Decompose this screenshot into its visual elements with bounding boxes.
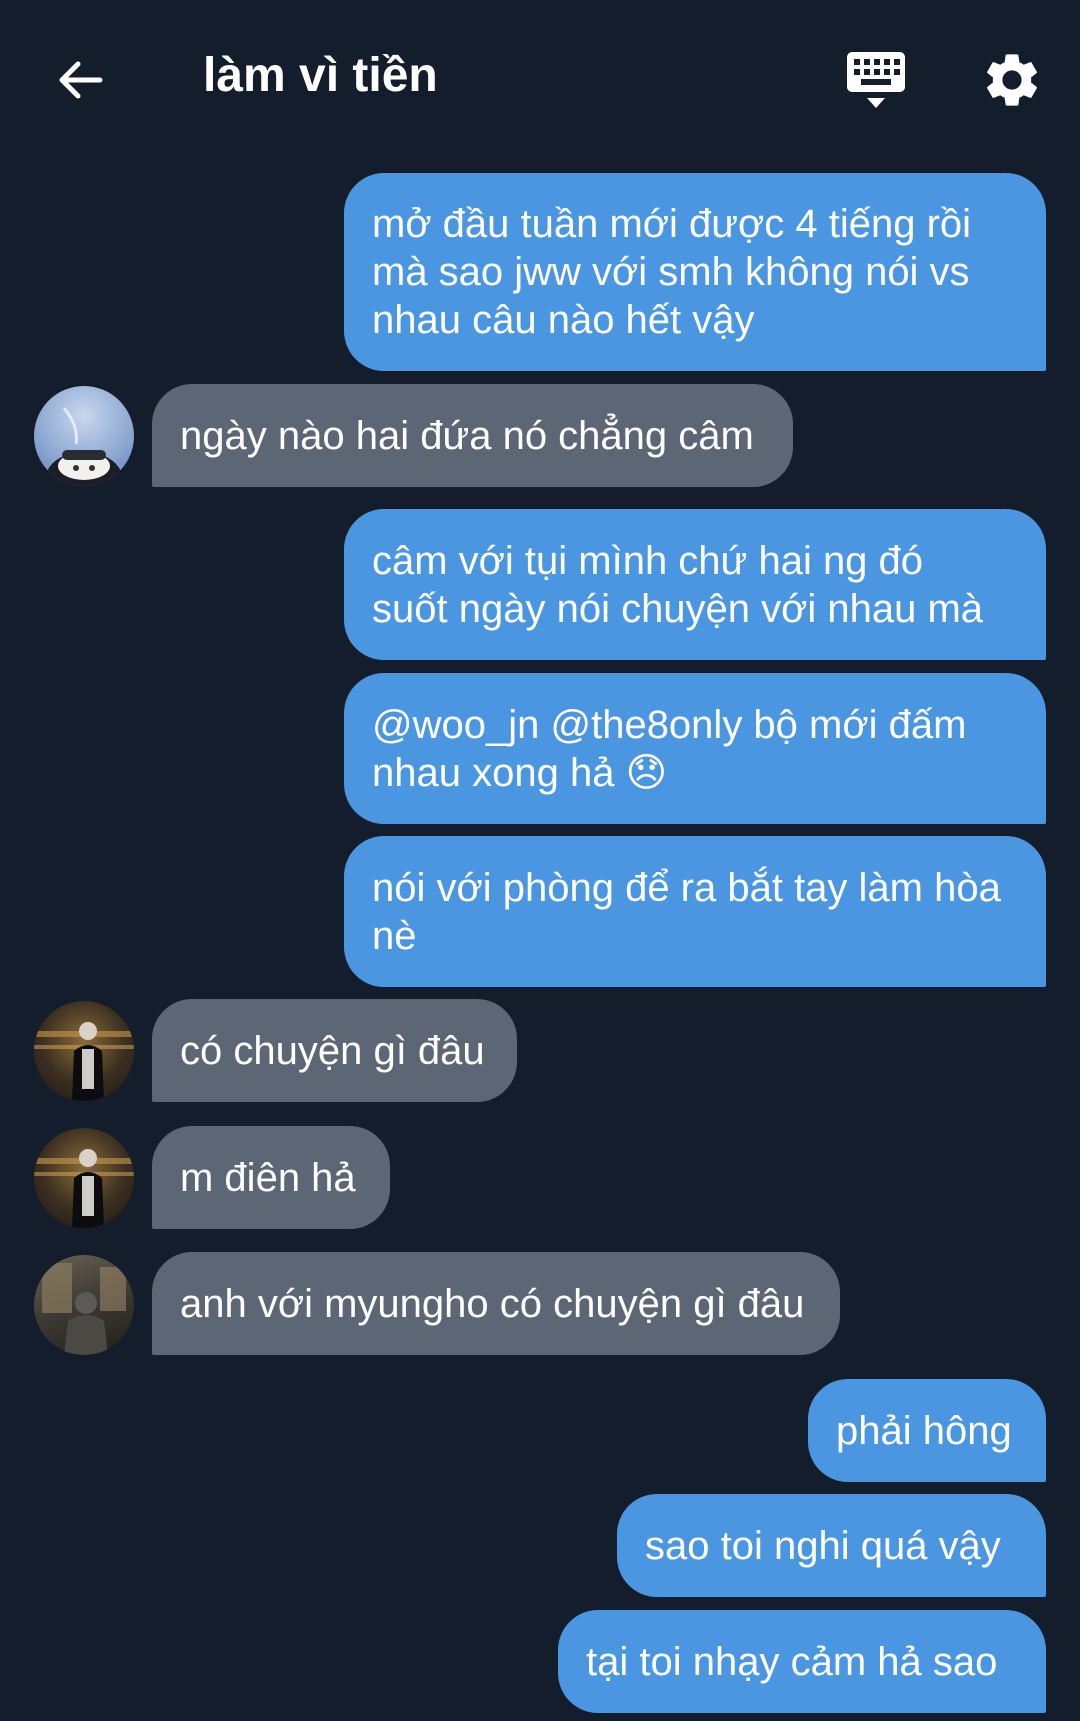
message-bubble-outgoing[interactable]: tại toi nhạy cảm hả sao xyxy=(558,1610,1046,1713)
message-text: tại toi nhạy cảm hả sao xyxy=(586,1639,998,1684)
avatar-street xyxy=(42,1263,126,1355)
arrow-left-icon xyxy=(59,61,103,99)
message-bubble-outgoing[interactable]: nói với phòng để ra bắt tay làm hòa nè xyxy=(344,836,1046,987)
message-text: ngày nào hai đứa nó chẳng câm xyxy=(180,413,754,458)
gear-icon xyxy=(987,54,1037,106)
avatar[interactable] xyxy=(34,1255,134,1355)
message-bubble-outgoing[interactable]: @woo_jn @the8only bộ mới đấm nhau xong h… xyxy=(344,673,1046,824)
message-bubble-outgoing[interactable]: mở đầu tuần mới được 4 tiếng rồi mà sao … xyxy=(344,173,1046,371)
avatar-night xyxy=(34,1149,134,1228)
message-bubble-outgoing[interactable]: phải hông xyxy=(808,1379,1046,1482)
avatar[interactable] xyxy=(34,386,134,486)
settings-button[interactable] xyxy=(980,48,1044,112)
message-text: anh với myungho có chuyện gì đâu xyxy=(180,1281,805,1326)
avatar[interactable] xyxy=(34,1128,134,1228)
keyboard-icon xyxy=(847,52,905,108)
message-text: có chuyện gì đâu xyxy=(180,1028,485,1073)
back-button[interactable] xyxy=(45,45,115,115)
message-text: @woo_jn @the8only bộ mới đấm nhau xong h… xyxy=(372,702,967,795)
avatar-night xyxy=(34,1022,134,1101)
message-bubble-incoming[interactable]: có chuyện gì đâu xyxy=(152,999,517,1102)
message-bubble-incoming[interactable]: anh với myungho có chuyện gì đâu xyxy=(152,1252,840,1355)
message-text: mở đầu tuần mới được 4 tiếng rồi mà sao … xyxy=(372,202,972,342)
message-text: câm với tụi mình chứ hai ng đó suốt ngày… xyxy=(372,538,984,631)
message-bubble-incoming[interactable]: m điên hả xyxy=(152,1126,390,1229)
message-bubble-incoming[interactable]: ngày nào hai đứa nó chẳng câm xyxy=(152,384,793,487)
avatar-sky xyxy=(46,407,122,486)
message-bubble-outgoing[interactable]: sao toi nghi quá vậy xyxy=(617,1494,1046,1597)
keyboard-button[interactable] xyxy=(845,48,909,112)
message-bubble-outgoing[interactable]: câm với tụi mình chứ hai ng đó suốt ngày… xyxy=(344,509,1046,660)
message-text: sao toi nghi quá vậy xyxy=(645,1523,1001,1568)
message-text: m điên hả xyxy=(180,1155,356,1200)
avatar[interactable] xyxy=(34,1001,134,1101)
chat-title: làm vì tiền xyxy=(203,49,438,102)
message-text: nói với phòng để ra bắt tay làm hòa nè xyxy=(372,865,1001,958)
message-text: phải hông xyxy=(836,1408,1012,1453)
chat-header: làm vì tiền xyxy=(0,0,1080,150)
